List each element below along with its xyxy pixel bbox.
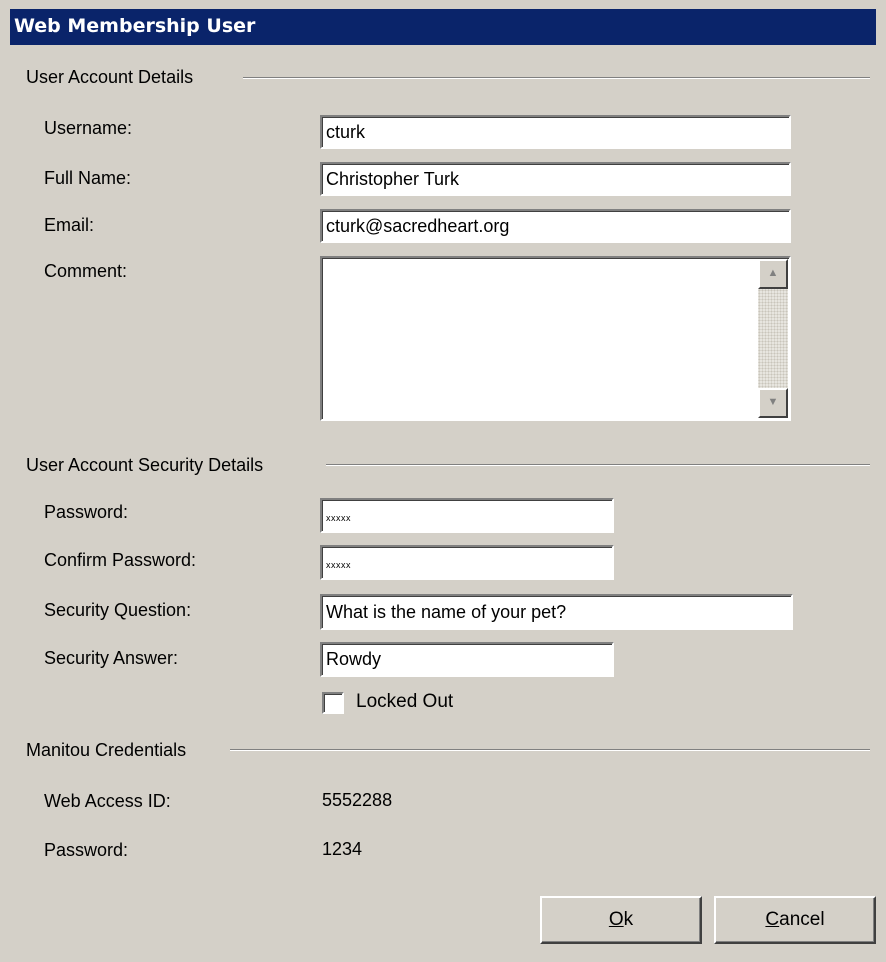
scroll-up-arrow-icon[interactable]: ▲ — [758, 259, 788, 289]
window-titlebar: Web Membership User — [10, 9, 876, 45]
fullname-field[interactable] — [320, 162, 791, 196]
security-answer-field[interactable] — [320, 642, 614, 677]
cancel-button[interactable]: Cancel — [714, 896, 876, 944]
section-title-manitou-credentials: Manitou Credentials — [26, 740, 187, 760]
section-divider — [326, 464, 870, 466]
password-label: Password: — [44, 502, 129, 522]
locked-out-label[interactable]: Locked Out — [356, 691, 453, 713]
fullname-label: Full Name: — [44, 168, 132, 188]
cancel-button-label-rest: ancel — [779, 909, 825, 930]
web-access-id-value: 5552288 — [322, 790, 393, 810]
ok-button-mnemonic: O — [608, 909, 624, 930]
email-field[interactable] — [320, 209, 791, 243]
section-title-account-details: User Account Details — [26, 67, 194, 87]
locked-out-checkbox[interactable] — [322, 692, 344, 714]
username-field[interactable] — [320, 115, 791, 149]
security-question-field[interactable] — [320, 594, 793, 630]
comment-scrollbar[interactable]: ▲ ▼ — [758, 259, 788, 418]
username-label: Username: — [44, 118, 133, 138]
manitou-password-label: Password: — [44, 840, 129, 860]
confirm-password-label: Confirm Password: — [44, 550, 197, 570]
scroll-down-arrow-icon[interactable]: ▼ — [758, 388, 788, 418]
section-divider — [230, 749, 870, 751]
confirm-password-field[interactable] — [320, 545, 614, 580]
section-title-security-details: User Account Security Details — [26, 455, 264, 475]
ok-button[interactable]: Ok — [540, 896, 702, 944]
password-field[interactable] — [320, 498, 614, 533]
manitou-password-value: 1234 — [322, 839, 363, 859]
ok-button-label-rest: k — [623, 909, 634, 930]
window-title: Web Membership User — [14, 15, 256, 37]
comment-field[interactable] — [320, 256, 791, 421]
comment-label: Comment: — [44, 261, 128, 281]
security-question-label: Security Question: — [44, 600, 192, 620]
section-divider — [243, 77, 870, 79]
security-answer-label: Security Answer: — [44, 648, 179, 668]
email-label: Email: — [44, 215, 95, 235]
cancel-button-mnemonic: C — [765, 909, 780, 930]
web-access-id-label: Web Access ID: — [44, 791, 171, 811]
